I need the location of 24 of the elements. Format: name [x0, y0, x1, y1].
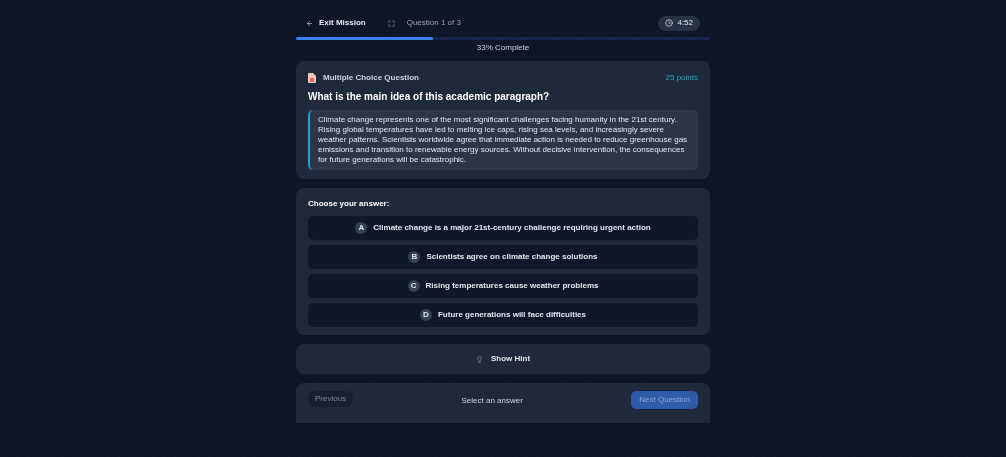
answers-prompt: Choose your answer:: [308, 198, 391, 210]
answer-option[interactable]: B Scientists agree on climate change solutions: [308, 245, 698, 269]
question-title: What is the main idea of this academic paragraph?: [308, 90, 551, 104]
passage-text: Climate change represents one of the most significant challenges facing humanity in the 21st century. Rising global temperatures have led to melting ice caps, rising sea levels, and increasingly severe weather patterns. Scientists worldwide agree that immediate action is needed to reduce greenhouse gas emissions and transition to renewable energy sources. Without decisive intervention, the consequences for future generations will be catastrophic.: [308, 110, 698, 170]
points-label: 25 points: [665, 72, 698, 84]
option-letter: A: [355, 222, 368, 234]
option-letter: B: [408, 251, 421, 263]
answer-option[interactable]: A Climate change is a major 21st-century challenge requiring urgent action: [308, 216, 698, 240]
option-letter: D: [420, 309, 432, 321]
document-icon: [308, 73, 316, 83]
progress-label: 33% Complete: [475, 42, 531, 54]
question-counter: Question 1 of 3: [406, 17, 461, 29]
clock-icon: [665, 19, 674, 27]
hint-button[interactable]: Show Hint: [296, 344, 710, 374]
answer-option[interactable]: D Future generations will face difficulties: [308, 303, 698, 327]
question-type: Multiple Choice Question: [323, 72, 419, 84]
fullscreen-icon[interactable]: [387, 19, 395, 27]
exit-button[interactable]: Exit Mission: [306, 17, 366, 29]
lightbulb-icon: [475, 355, 483, 363]
timer: 4:52: [658, 15, 700, 31]
answer-option[interactable]: C Rising temperatures cause weather problems: [308, 274, 698, 298]
option-letter: C: [407, 280, 420, 292]
answer-status: Select an answer: [461, 395, 523, 407]
back-arrow-icon: [306, 19, 313, 27]
